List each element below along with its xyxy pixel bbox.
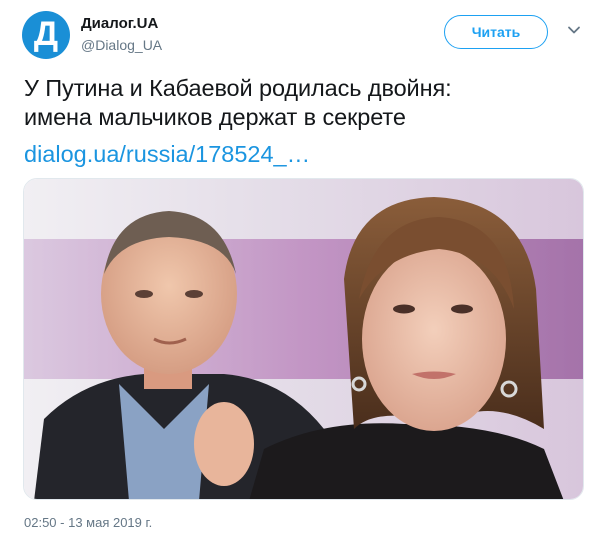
follow-button[interactable]: Читать (444, 15, 548, 49)
tweet-text-line-1: У Путина и Кабаевой родилась двойня: (24, 75, 452, 101)
tweet-text: У Путина и Кабаевой родилась двойня: име… (24, 74, 594, 132)
avatar-letter: Д (33, 15, 59, 53)
tweet-link[interactable]: dialog.ua/russia/178524_… (24, 140, 310, 169)
tweet-media-image[interactable] (23, 178, 584, 500)
avatar[interactable]: Д (22, 11, 70, 59)
chevron-down-icon[interactable] (566, 22, 582, 38)
tweet-timestamp[interactable]: 02:50 - 13 мая 2019 г. (24, 515, 152, 530)
photo-illustration (24, 179, 583, 499)
tweet-text-line-2: имена мальчиков держат в секрете (24, 104, 406, 130)
account-handle[interactable]: @Dialog_UA (81, 37, 162, 53)
account-name[interactable]: Диалог.UA (81, 15, 158, 32)
